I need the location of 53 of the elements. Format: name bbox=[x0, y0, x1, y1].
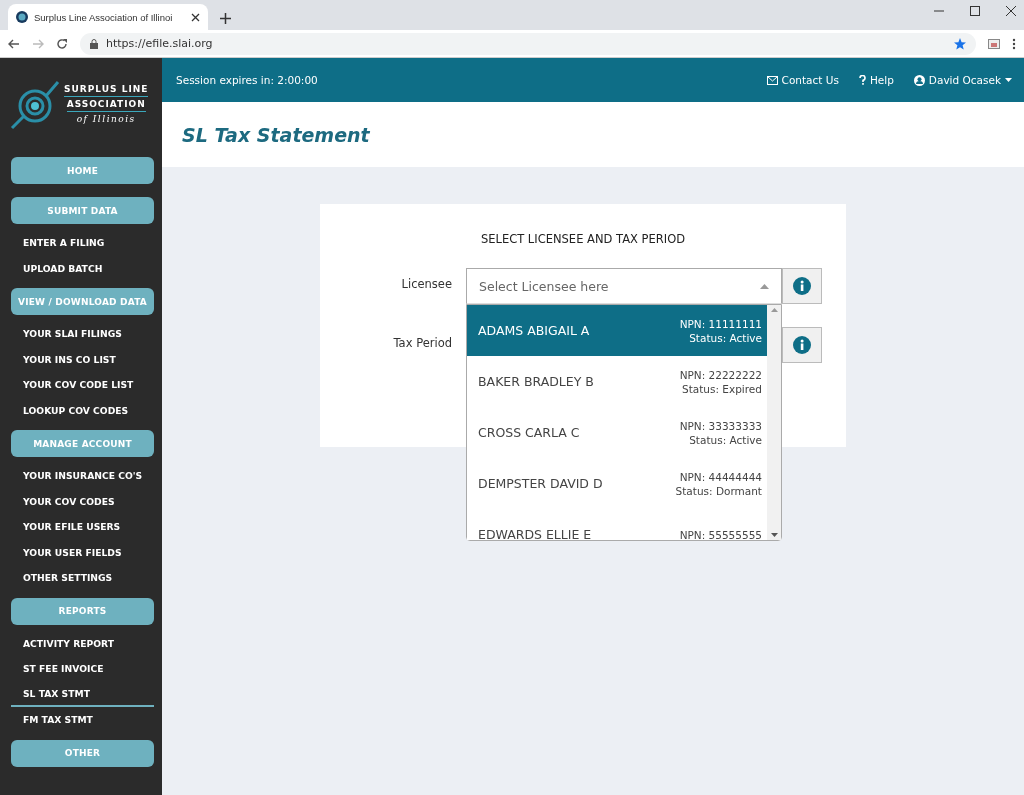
caret-icon bbox=[1005, 78, 1012, 82]
lock-icon bbox=[90, 38, 98, 49]
star-icon[interactable] bbox=[954, 37, 966, 50]
scrollbar[interactable] bbox=[767, 305, 781, 540]
sidebar-link[interactable]: LOOKUP COV CODES bbox=[11, 397, 154, 423]
scroll-down-arrow-icon[interactable] bbox=[770, 533, 778, 537]
question-mark-icon bbox=[858, 75, 866, 85]
logo-text: ASSOCIATION bbox=[66, 99, 146, 112]
licensee-select[interactable]: Select Licensee here bbox=[466, 268, 782, 304]
help-link[interactable]: Help bbox=[858, 74, 894, 86]
close-icon[interactable] bbox=[1006, 6, 1016, 16]
cast-icon[interactable] bbox=[988, 38, 1000, 49]
info-button[interactable] bbox=[782, 268, 822, 304]
browser-tab[interactable]: Surplus Line Association of Illinoi bbox=[8, 4, 208, 30]
address-bar[interactable]: https://efile.slai.org bbox=[80, 32, 976, 55]
info-button[interactable] bbox=[782, 327, 822, 363]
logo-text: SURPLUS LINE bbox=[64, 84, 149, 97]
new-tab-icon[interactable] bbox=[220, 13, 231, 24]
maximize-icon[interactable] bbox=[970, 6, 980, 16]
reload-icon[interactable] bbox=[56, 37, 68, 50]
caret-icon bbox=[760, 283, 769, 289]
info-icon bbox=[793, 277, 811, 295]
sidebar-link[interactable]: YOUR COV CODES bbox=[11, 488, 154, 514]
sidebar-link[interactable]: YOUR EFILE USERS bbox=[11, 514, 154, 540]
sidebar-link[interactable]: YOUR USER FIELDS bbox=[11, 539, 154, 565]
session-timer: Session expires in: 2:00:00 bbox=[176, 74, 319, 86]
envelope-icon bbox=[766, 75, 778, 85]
user-menu[interactable]: David Ocasek bbox=[913, 74, 1012, 86]
site-favicon-icon bbox=[16, 11, 28, 23]
sidebar-link[interactable]: SL TAX STMT bbox=[11, 681, 154, 707]
user-avatar-icon bbox=[913, 74, 925, 86]
contact-us-link[interactable]: Contact Us bbox=[766, 74, 839, 86]
sidebar-link[interactable]: ENTER A FILING bbox=[11, 230, 154, 256]
field-label: Licensee bbox=[400, 276, 453, 291]
field-label: Tax Period bbox=[392, 335, 453, 350]
sidebar-link[interactable]: UPLOAD BATCH bbox=[11, 255, 154, 281]
info-icon bbox=[793, 336, 811, 354]
licensee-option[interactable]: ADAMS ABIGAIL A NPN: 11111111 Status: Active bbox=[467, 305, 767, 356]
sidebar-link[interactable]: YOUR SLAI FILINGS bbox=[11, 321, 154, 347]
sidebar-link[interactable]: ACTIVITY REPORT bbox=[11, 630, 154, 656]
sidebar-link[interactable]: YOUR INS CO LIST bbox=[11, 346, 154, 372]
sidebar-link[interactable]: ST FEE INVOICE bbox=[11, 656, 154, 682]
sidebar-link[interactable]: YOUR INSURANCE CO'S bbox=[11, 463, 154, 489]
sidebar-link[interactable]: OTHER SETTINGS bbox=[11, 565, 154, 591]
form-heading: SELECT LICENSEE AND TAX PERIOD bbox=[480, 232, 686, 246]
sidebar-link[interactable]: YOUR COV CODE LIST bbox=[11, 372, 154, 398]
tab-title: Surplus Line Association of Illinoi bbox=[34, 11, 174, 23]
sidebar-link[interactable]: FM TAX STMT bbox=[11, 707, 154, 733]
menu-icon[interactable] bbox=[1012, 37, 1016, 50]
page-title: SL Tax Statement bbox=[182, 123, 370, 146]
back-arrow-icon[interactable] bbox=[8, 37, 20, 50]
logo-text: of Illinois bbox=[76, 114, 136, 124]
close-icon[interactable] bbox=[191, 12, 200, 22]
